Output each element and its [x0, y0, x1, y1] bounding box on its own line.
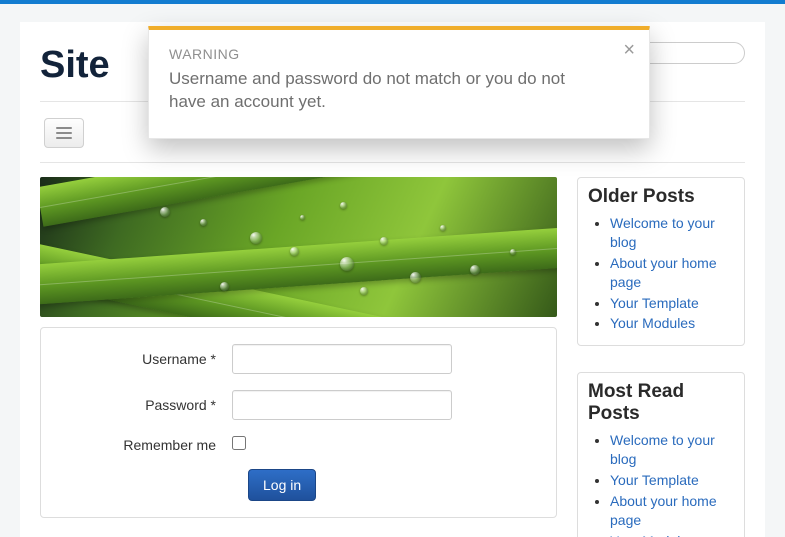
list-item: Welcome to your blog [610, 214, 734, 252]
modal-message: Username and password do not match or yo… [169, 68, 605, 114]
username-input[interactable] [232, 344, 452, 374]
most-read-link[interactable]: Your Modules [610, 533, 695, 537]
list-item: Your Template [610, 471, 734, 490]
search-input[interactable] [635, 42, 745, 64]
login-button[interactable]: Log in [248, 469, 316, 501]
list-item: Welcome to your blog [610, 431, 734, 469]
password-label: Password * [57, 397, 232, 413]
remember-checkbox[interactable] [232, 436, 246, 450]
username-label: Username * [57, 351, 232, 367]
older-post-link[interactable]: Welcome to your blog [610, 215, 715, 250]
list-item: Your Modules [610, 532, 734, 537]
close-icon[interactable]: × [623, 40, 635, 60]
remember-label: Remember me [57, 437, 232, 453]
older-post-link[interactable]: Your Template [610, 295, 699, 311]
password-input[interactable] [232, 390, 452, 420]
most-read-link[interactable]: Your Template [610, 472, 699, 488]
list-item: About your home page [610, 492, 734, 530]
older-posts-box: Older Posts Welcome to your blog About y… [577, 177, 745, 346]
list-item: About your home page [610, 254, 734, 292]
list-item: Your Template [610, 294, 734, 313]
most-read-title: Most Read Posts [588, 381, 734, 425]
divider [40, 162, 745, 163]
most-read-link[interactable]: About your home page [610, 493, 717, 528]
older-post-link[interactable]: About your home page [610, 255, 717, 290]
login-panel: Username * Password * Remember me Log in [40, 327, 557, 518]
top-accent-bar [0, 0, 785, 4]
older-posts-title: Older Posts [588, 186, 734, 208]
modal-heading: WARNING [169, 46, 605, 62]
warning-modal: × WARNING Username and password do not m… [148, 26, 650, 139]
most-read-link[interactable]: Welcome to your blog [610, 432, 715, 467]
list-item: Your Modules [610, 314, 734, 333]
hamburger-icon [56, 127, 72, 139]
older-post-link[interactable]: Your Modules [610, 315, 695, 331]
hero-image [40, 177, 557, 317]
most-read-box: Most Read Posts Welcome to your blog You… [577, 372, 745, 537]
menu-toggle-button[interactable] [44, 118, 84, 148]
